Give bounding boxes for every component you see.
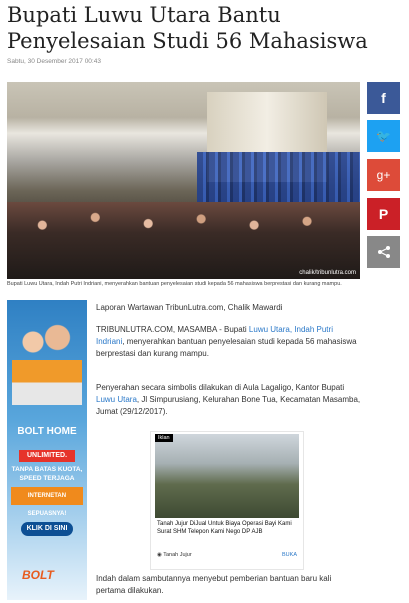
paragraph-2: Penyerahan secara simbolis dilakukan di …: [96, 382, 361, 418]
facebook-icon: f: [381, 90, 386, 106]
photo-crowd: [7, 202, 360, 279]
ad-label: Iklan: [155, 434, 173, 442]
paragraph-1-text: TRIBUNLUTRA.COM, MASAMBA - Bupati: [96, 325, 249, 334]
luwu-utara-link[interactable]: Luwu Utara: [96, 395, 137, 404]
bolt-logo: BOLT: [22, 568, 54, 582]
pinterest-share-button[interactable]: P: [367, 198, 400, 230]
ad-brand: BOLT HOME: [17, 426, 77, 437]
native-ad-image: [155, 434, 299, 518]
reporter-line: Laporan Wartawan TribunLutra.com, Chalik…: [96, 303, 283, 312]
native-ad-headline[interactable]: Tanah Jujur DiJual Untuk Biaya Operasi B…: [157, 520, 297, 536]
pinterest-icon: P: [378, 206, 389, 222]
share-icon: [377, 246, 390, 258]
paragraph-1: TRIBUNLUTRA.COM, MASAMBA - Bupati Luwu U…: [96, 324, 361, 360]
twitter-icon: 🐦: [376, 129, 391, 143]
facebook-share-button[interactable]: f: [367, 82, 400, 114]
ad-line-1: TANPA BATAS KUOTA,: [11, 466, 83, 473]
google-plus-icon: g+: [376, 168, 391, 182]
bolt-ad-banner[interactable]: BOLT HOME UNLIMITED. TANPA BATAS KUOTA, …: [7, 300, 87, 600]
google-plus-share-button[interactable]: g+: [367, 159, 400, 191]
article-title: Bupati Luwu Utara Bantu Penyelesaian Stu…: [7, 3, 368, 53]
article-photo: chalik/tribunlutra.com: [7, 82, 360, 279]
native-ad-source-text: Tanah Jujur: [163, 552, 192, 558]
photo-caption: Bupati Luwu Utara, Indah Putri Indriani,…: [7, 281, 342, 287]
native-ad-source: ◉ Tanah Jujur: [157, 552, 192, 558]
share-button[interactable]: [367, 236, 400, 268]
paragraph-2-text: Penyerahan secara simbolis dilakukan di …: [96, 383, 345, 392]
article-date: Sabtu, 30 Desember 2017 00:43: [7, 58, 101, 65]
paragraph-1-text-end: , menyerahkan bantuan penyelesaian studi…: [96, 337, 357, 358]
native-ad-open-button[interactable]: BUKA: [282, 552, 297, 558]
ad-line-2: SPEED TERJAGA: [19, 475, 75, 482]
ad-unlimited-badge: UNLIMITED.: [19, 450, 75, 462]
photo-credit: chalik/tribunlutra.com: [299, 270, 356, 276]
ad-people-image: [12, 315, 82, 405]
ad-cta-button[interactable]: KLIK DI SINI: [21, 522, 73, 536]
twitter-share-button[interactable]: 🐦: [367, 120, 400, 152]
paragraph-3: Indah dalam sambutannya menyebut pemberi…: [96, 574, 332, 595]
native-ad-card[interactable]: Iklan Tanah Jujur DiJual Untuk Biaya Ope…: [150, 431, 304, 570]
ad-orange-banner: INTERNETAN SEPUASNYA!: [11, 487, 83, 517]
